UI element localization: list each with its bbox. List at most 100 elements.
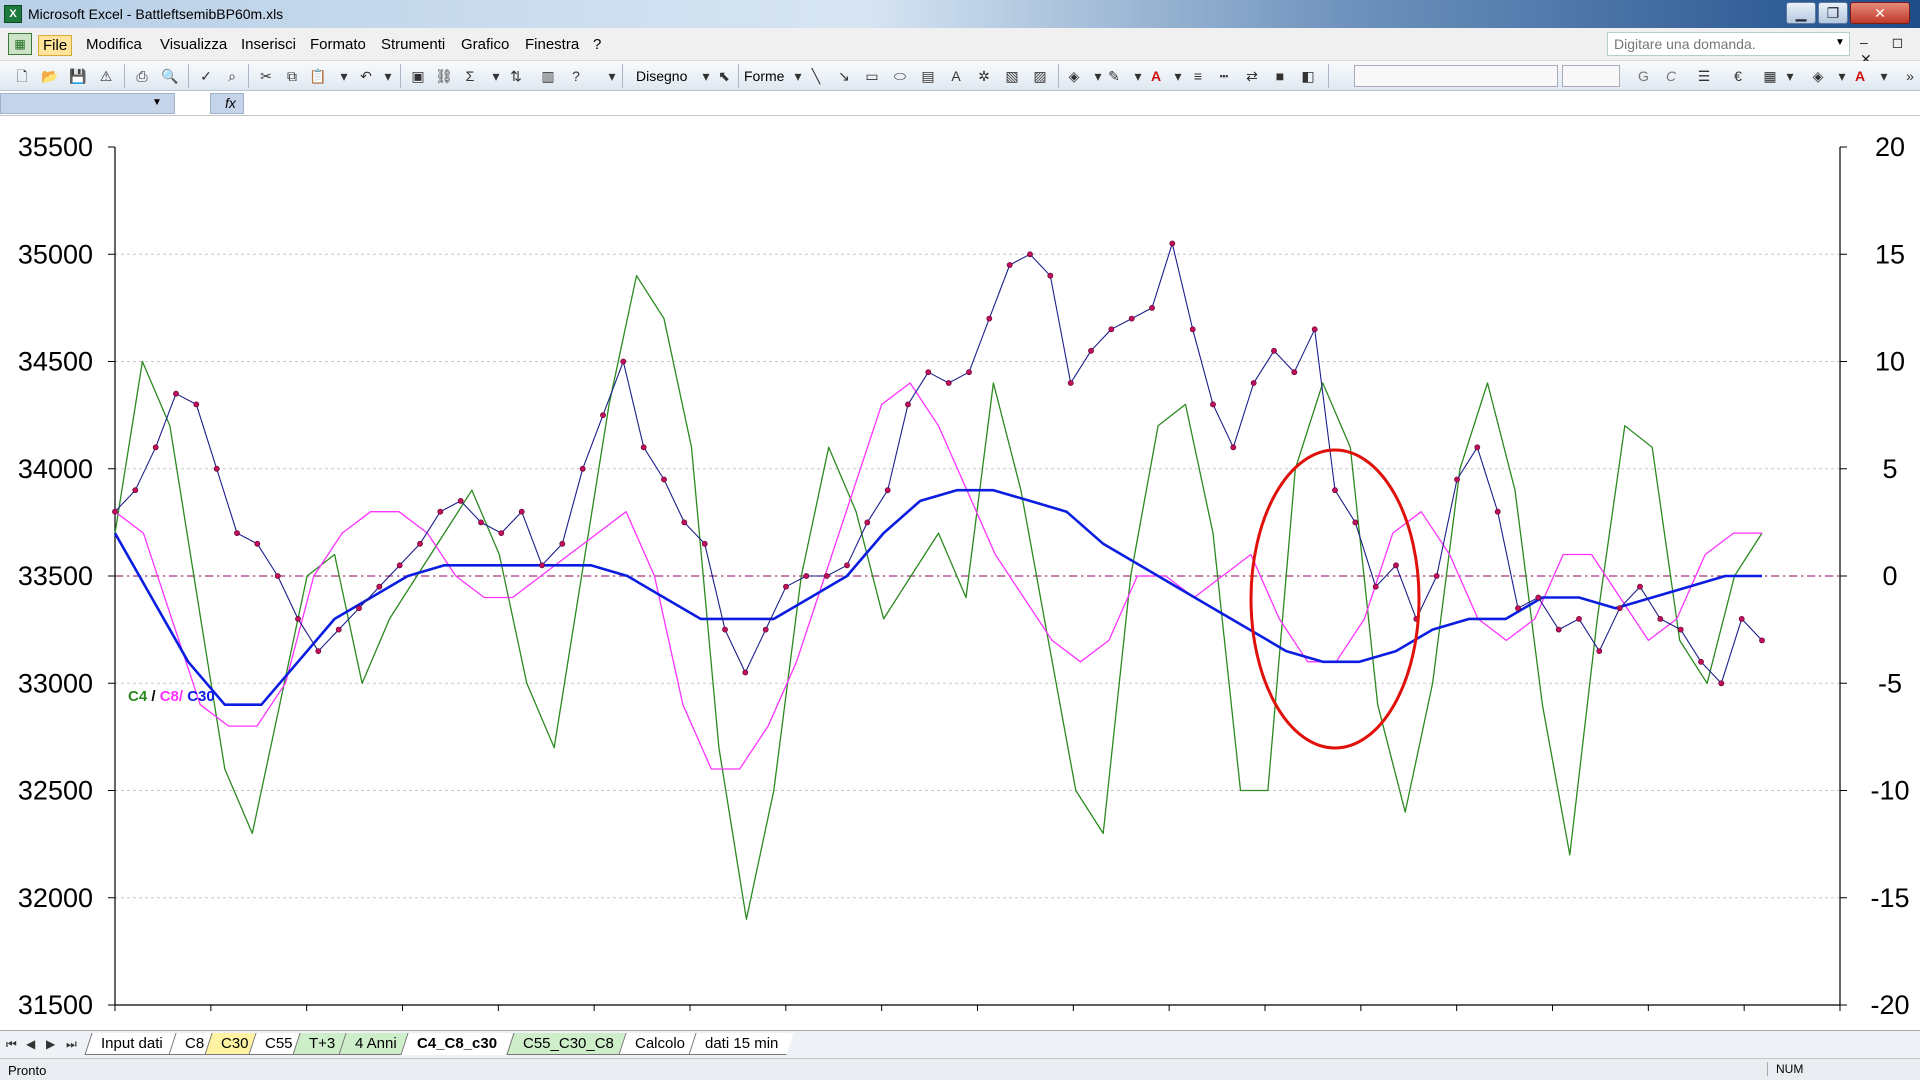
- new-icon[interactable]: 🗋: [12, 66, 32, 86]
- data-point[interactable]: [417, 540, 423, 547]
- data-point[interactable]: [884, 487, 891, 494]
- tab-c4-c8-c30[interactable]: C4_C8_c30: [400, 1033, 513, 1055]
- italic-button[interactable]: C: [1666, 68, 1676, 84]
- clipart-icon[interactable]: ▧: [1002, 66, 1022, 86]
- font-size-select[interactable]: [1562, 65, 1620, 87]
- data-point[interactable]: [1759, 637, 1765, 644]
- chevron-down-icon[interactable]: ▾: [334, 66, 354, 86]
- select-objects-icon[interactable]: ⬉: [714, 66, 734, 86]
- textbox-icon[interactable]: ▤: [918, 66, 938, 86]
- shadow-icon[interactable]: ■: [1270, 66, 1290, 86]
- first-sheet-icon[interactable]: ⏮: [6, 1037, 17, 1052]
- data-point[interactable]: [193, 401, 200, 408]
- data-point[interactable]: [1494, 508, 1501, 515]
- minimize-button[interactable]: ▁: [1786, 2, 1816, 24]
- copy-icon[interactable]: ⧉: [282, 66, 302, 86]
- data-point[interactable]: [1738, 615, 1745, 622]
- data-point[interactable]: [1433, 573, 1440, 579]
- data-point[interactable]: [1128, 315, 1135, 322]
- research-icon[interactable]: ⌕: [222, 66, 242, 86]
- menu-file[interactable]: File: [38, 35, 73, 56]
- data-point[interactable]: [1311, 326, 1318, 333]
- chevron-down-icon[interactable]: ▾: [1168, 66, 1188, 86]
- arrow-icon[interactable]: ↘: [834, 66, 854, 86]
- data-point[interactable]: [152, 444, 159, 451]
- data-point[interactable]: [864, 519, 871, 526]
- data-point[interactable]: [701, 540, 708, 547]
- data-point[interactable]: [1372, 583, 1379, 590]
- series-layer[interactable]: [112, 240, 1765, 920]
- data-point[interactable]: [457, 497, 464, 504]
- dash-style-icon[interactable]: ┅: [1214, 66, 1234, 86]
- undo-icon[interactable]: ↶: [356, 66, 376, 86]
- data-point[interactable]: [1210, 401, 1216, 408]
- series-line-price[interactable]: [114, 242, 1763, 684]
- chevron-down-icon[interactable]: ▾: [486, 66, 506, 86]
- prev-sheet-icon[interactable]: ◀: [26, 1037, 35, 1051]
- menu-finestra[interactable]: Finestra: [521, 35, 583, 54]
- data-point[interactable]: [579, 465, 586, 472]
- data-point[interactable]: [478, 519, 484, 526]
- menu-grafico[interactable]: Grafico: [457, 35, 513, 54]
- series-line-c30[interactable]: [113, 488, 1762, 706]
- data-point[interactable]: [640, 444, 647, 451]
- line-style-icon[interactable]: ≡: [1188, 66, 1208, 86]
- data-point[interactable]: [498, 530, 505, 536]
- data-point[interactable]: [1149, 304, 1155, 311]
- 3d-icon[interactable]: ◧: [1298, 66, 1318, 86]
- data-point[interactable]: [1169, 240, 1176, 247]
- fill-color-icon[interactable]: ◈: [1064, 66, 1084, 86]
- help-icon[interactable]: ?: [566, 66, 586, 86]
- print-icon[interactable]: ⎙: [132, 66, 152, 86]
- spelling-icon[interactable]: ✓: [196, 66, 216, 86]
- workbook-icon[interactable]: ▦: [8, 33, 32, 55]
- data-point[interactable]: [1454, 476, 1460, 483]
- next-sheet-icon[interactable]: ▶: [46, 1037, 55, 1051]
- data-point[interactable]: [112, 508, 118, 515]
- wordart-icon[interactable]: A: [946, 66, 966, 86]
- menu-inserisci[interactable]: Inserisci: [237, 35, 300, 54]
- menu-modifica[interactable]: Modifica: [82, 35, 146, 54]
- chevron-down-icon[interactable]: ▼: [1835, 37, 1845, 48]
- chevron-down-icon[interactable]: ▾: [1874, 66, 1894, 86]
- data-point[interactable]: [966, 369, 972, 376]
- data-point[interactable]: [173, 390, 179, 397]
- data-point[interactable]: [376, 583, 383, 590]
- data-point[interactable]: [1047, 272, 1054, 279]
- data-point[interactable]: [986, 315, 993, 322]
- sort-icon[interactable]: ⇅: [506, 66, 526, 86]
- chart-area[interactable]: 35500 35000 34500 34000 33500 33000 32500 32000…: [0, 116, 1920, 1035]
- font-color-icon[interactable]: A: [1850, 66, 1870, 86]
- diagram-icon[interactable]: ✲: [974, 66, 994, 86]
- data-point[interactable]: [925, 369, 932, 376]
- data-point[interactable]: [1108, 326, 1115, 333]
- data-point[interactable]: [1393, 562, 1399, 569]
- permission-icon[interactable]: ⚠: [96, 66, 116, 86]
- line-icon[interactable]: ╲: [806, 66, 826, 86]
- line-color-icon[interactable]: ✎: [1104, 66, 1124, 86]
- data-point[interactable]: [905, 401, 911, 408]
- tab-c55-c30-c8[interactable]: C55_C30_C8: [506, 1033, 630, 1055]
- data-point[interactable]: [1250, 380, 1257, 386]
- last-sheet-icon[interactable]: ⏭: [66, 1037, 77, 1052]
- rectangle-icon[interactable]: ▭: [862, 66, 882, 86]
- toolbar-options-icon[interactable]: »: [1900, 66, 1920, 86]
- data-point[interactable]: [1027, 251, 1033, 258]
- hyperlink-icon[interactable]: ⛓: [434, 66, 454, 86]
- data-point[interactable]: [762, 626, 769, 633]
- data-point[interactable]: [1596, 648, 1603, 654]
- tab-dati-15-min[interactable]: dati 15 min: [688, 1033, 794, 1055]
- data-point[interactable]: [213, 465, 220, 472]
- cut-icon[interactable]: ✂: [256, 66, 276, 86]
- data-point[interactable]: [1515, 605, 1521, 612]
- data-point[interactable]: [620, 358, 627, 365]
- series-line-c4[interactable]: [114, 275, 1763, 920]
- tab-input-dati[interactable]: Input dati: [84, 1033, 179, 1055]
- data-point[interactable]: [661, 476, 667, 483]
- data-point[interactable]: [335, 626, 342, 633]
- data-point[interactable]: [1718, 680, 1725, 687]
- draw-menu[interactable]: Disegno: [636, 68, 687, 84]
- data-point[interactable]: [1616, 605, 1623, 612]
- chevron-down-icon[interactable]: ▾: [1128, 66, 1148, 86]
- data-point[interactable]: [1677, 626, 1684, 633]
